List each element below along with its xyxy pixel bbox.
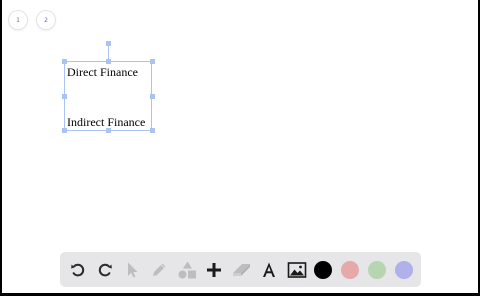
select-tool-button[interactable] [121, 252, 143, 287]
select-pointer-icon [128, 262, 138, 277]
eraser-icon [233, 263, 250, 276]
text-tool-button[interactable] [258, 252, 280, 287]
eraser-tool-button[interactable] [230, 252, 254, 287]
whiteboard-canvas[interactable]: 1 2 Direct Finance Indirect Finance [2, 0, 478, 293]
page-button-1[interactable]: 1 [9, 11, 27, 29]
undo-button[interactable] [67, 252, 89, 287]
resize-handle-right[interactable] [150, 94, 155, 99]
resize-handle-left[interactable] [62, 94, 67, 99]
color-swatch-black[interactable] [314, 261, 332, 279]
rotate-handle[interactable] [106, 41, 111, 46]
pen-icon [153, 263, 166, 276]
resize-handle-top[interactable] [106, 59, 111, 64]
resize-handle-bottom-right[interactable] [150, 128, 155, 133]
color-swatch-purple[interactable] [395, 261, 413, 279]
page-label: 2 [44, 16, 48, 24]
page-label: 1 [16, 16, 20, 24]
redo-button[interactable] [94, 252, 116, 287]
text-line-indirect-finance: Indirect Finance [67, 115, 146, 129]
pen-tool-button[interactable] [148, 252, 170, 287]
redo-icon [98, 263, 112, 276]
shapes-tool-button[interactable] [176, 252, 198, 287]
text-line-direct-finance: Direct Finance [67, 65, 138, 79]
add-icon [207, 262, 221, 277]
resize-handle-top-left[interactable] [62, 59, 67, 64]
color-swatch-red[interactable] [341, 261, 359, 279]
image-icon [287, 261, 307, 278]
shapes-icon [178, 261, 196, 278]
drawing-toolbar [60, 252, 421, 287]
resize-handle-top-right[interactable] [150, 59, 155, 64]
color-swatch-green[interactable] [368, 261, 386, 279]
image-tool-button[interactable] [285, 252, 309, 287]
page-button-2[interactable]: 2 [37, 11, 55, 29]
add-button[interactable] [203, 252, 225, 287]
text-icon [263, 262, 275, 277]
undo-icon [71, 263, 85, 276]
